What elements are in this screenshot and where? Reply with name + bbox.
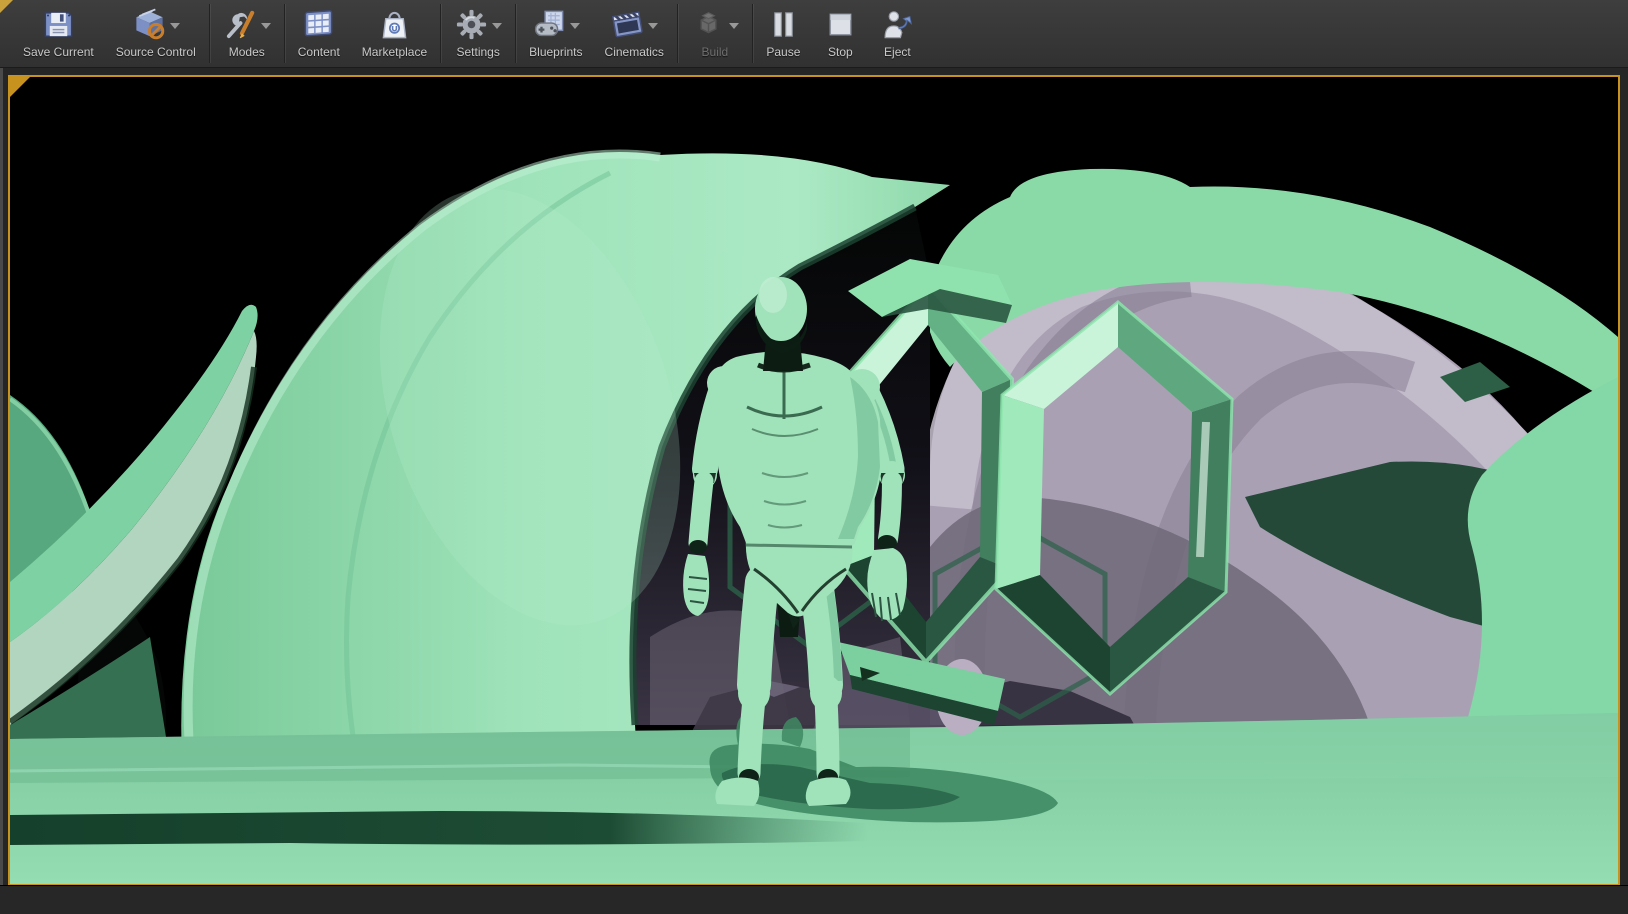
dropdown-caret-icon[interactable] (569, 23, 580, 29)
toolbar-button-label: Save Current (23, 45, 94, 59)
toolbar-corner-wedge (0, 0, 13, 13)
blueprints-button[interactable]: Blueprints (518, 0, 593, 67)
dropdown-caret-icon[interactable] (492, 23, 503, 29)
build-icon (691, 7, 726, 42)
unreal-editor-window: Save Current Source Control Modes Content Ma… (0, 0, 1628, 914)
toolbar-group: Build (680, 0, 750, 67)
marketplace-icon (377, 7, 412, 42)
toolbar-group: Pause Stop Eject (755, 0, 926, 67)
toolbar-button-label: Modes (228, 45, 265, 59)
save-current-button[interactable]: Save Current (12, 0, 105, 67)
toolbar-group: Blueprints Cinematics (518, 0, 675, 67)
stop-icon (823, 7, 858, 42)
toolbar-separator (676, 4, 678, 63)
toolbar-button-label: Stop (828, 45, 853, 59)
eject-button[interactable]: Eject (869, 0, 926, 67)
source-control-button[interactable]: Source Control (105, 0, 207, 67)
toolbar-separator (283, 4, 285, 63)
eject-icon (880, 7, 915, 42)
left-foot (715, 777, 760, 806)
pause-button[interactable]: Pause (755, 0, 812, 67)
dropdown-caret-icon[interactable] (169, 23, 180, 29)
content-icon (301, 7, 336, 42)
toolbar-separator (208, 4, 210, 63)
pause-icon (766, 7, 801, 42)
toolbar-group: Modes (212, 0, 282, 67)
settings-icon (454, 7, 489, 42)
right-foot (805, 777, 851, 806)
toolbar-group: Settings (443, 0, 513, 67)
toolbar-button-label: Pause (766, 45, 801, 59)
stop-button[interactable]: Stop (812, 0, 869, 67)
blueprints-icon (532, 7, 567, 42)
window-edge (0, 0, 3, 914)
toolbar-button-label: Content (297, 45, 340, 59)
toolbar-button-label: Source Control (115, 45, 196, 59)
cinematics-icon (610, 7, 645, 42)
dropdown-caret-icon[interactable] (260, 23, 271, 29)
settings-button[interactable]: Settings (443, 0, 513, 67)
toolbar-separator (440, 4, 442, 63)
toolbar-button-label: Marketplace (361, 45, 428, 59)
toolbar-groups: Save Current Source Control Modes Content Ma… (12, 0, 926, 67)
toolbar-button-label: Blueprints (529, 45, 583, 59)
viewport-corner-wedge (10, 77, 30, 97)
main-toolbar: Save Current Source Control Modes Content Ma… (0, 0, 1628, 68)
toolbar-separator (515, 4, 517, 63)
toolbar-group: Save Current Source Control (12, 0, 207, 67)
toolbar-button-label: Build (701, 45, 729, 59)
toolbar-group: Content Marketplace (287, 0, 438, 67)
dropdown-caret-icon[interactable] (648, 23, 659, 29)
toolbar-button-label: Eject (884, 45, 911, 59)
toolbar-separator (751, 4, 753, 63)
save-icon (41, 7, 76, 42)
cinematics-button[interactable]: Cinematics (594, 0, 675, 67)
left-hand (683, 554, 710, 616)
toolbar-button-label: Cinematics (604, 45, 664, 59)
modes-icon (223, 7, 258, 42)
content-button[interactable]: Content (287, 0, 351, 67)
marketplace-button[interactable]: Marketplace (351, 0, 438, 67)
source-control-icon (132, 7, 167, 42)
rendered-3d-scene (10, 77, 1618, 884)
build-button: Build (680, 0, 750, 67)
game-viewport[interactable] (8, 75, 1620, 886)
modes-button[interactable]: Modes (212, 0, 282, 67)
bottom-frame (0, 885, 1628, 914)
toolbar-button-label: Settings (456, 45, 500, 59)
dropdown-caret-icon[interactable] (728, 23, 739, 29)
